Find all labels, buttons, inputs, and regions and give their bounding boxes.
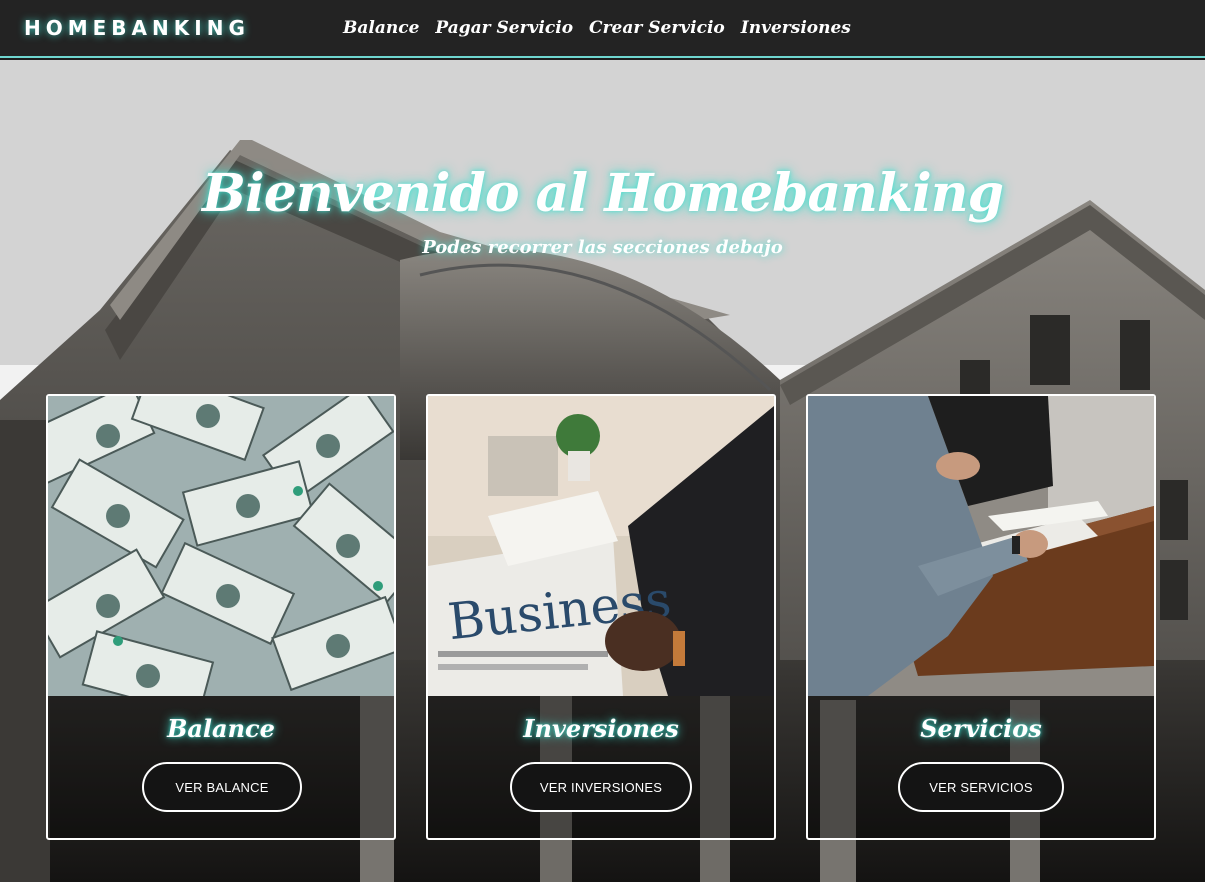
money-bills-photo (48, 396, 394, 696)
card-servicios: Servicios VER SERVICIOS (806, 394, 1156, 840)
brand-logo[interactable]: HOMEBANKING (24, 16, 250, 40)
card-servicios-title: Servicios (920, 714, 1042, 743)
card-inversiones: Business Inversiones VER INVERSIONES (426, 394, 776, 840)
hero-subtitle: Podes recorrer las secciones debajo (422, 237, 783, 258)
ver-inversiones-button[interactable]: VER INVERSIONES (510, 762, 692, 812)
card-inversiones-title: Inversiones (523, 714, 679, 743)
card-balance-image (48, 396, 394, 696)
card-inversiones-image: Business (428, 396, 774, 696)
nav-link-crear-servicio[interactable]: Crear Servicio (589, 18, 725, 38)
nav-link-pagar-servicio[interactable]: Pagar Servicio (435, 18, 573, 38)
ver-servicios-button[interactable]: VER SERVICIOS (898, 762, 1064, 812)
nav-links: Balance Pagar Servicio Crear Servicio In… (343, 18, 851, 38)
nav-link-balance[interactable]: Balance (343, 18, 419, 38)
meeting-table-photo (808, 396, 1154, 696)
hero-section: Bienvenido al Homebanking Podes recorrer… (0, 60, 1205, 882)
ver-balance-button[interactable]: VER BALANCE (142, 762, 302, 812)
card-balance: Balance VER BALANCE (46, 394, 396, 840)
card-balance-title: Balance (167, 714, 275, 743)
hero-title: Bienvenido al Homebanking (202, 163, 1004, 224)
card-servicios-image (808, 396, 1154, 696)
navbar: HOMEBANKING Balance Pagar Servicio Crear… (0, 0, 1205, 58)
nav-link-inversiones[interactable]: Inversiones (741, 18, 851, 38)
business-newspaper-photo: Business (428, 396, 774, 696)
